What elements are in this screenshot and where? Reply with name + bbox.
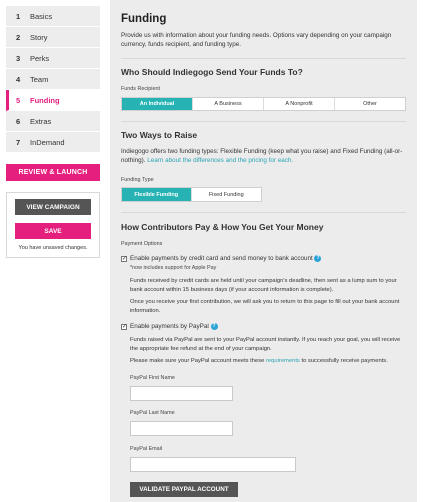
recipient-selector: An Individual A Business A Nonprofit Oth… (121, 97, 406, 111)
paypal-option: Enable payments by PayPal ? (130, 322, 218, 330)
credit-card-option: Enable payments by credit card and send … (130, 254, 322, 262)
recipient-heading: Who Should Indiegogo Send Your Funds To? (121, 67, 303, 77)
card-funds-text: Funds received by credit cards are held … (130, 278, 397, 293)
funding-type-selector: Flexible Funding Fixed Funding (121, 187, 262, 202)
divider (121, 212, 406, 213)
recipient-option-individual[interactable]: An Individual (122, 98, 193, 110)
info-icon[interactable]: ? (210, 322, 218, 330)
sidebar-item-indemand[interactable]: 7 InDemand (6, 132, 100, 153)
sidebar-item-perks[interactable]: 3 Perks (6, 48, 100, 69)
recipient-option-business[interactable]: A Business (193, 98, 264, 110)
payment-heading: How Contributors Pay & How You Get Your … (121, 222, 324, 232)
paypal-requirements-text: Please make sure your PayPal account mee… (130, 358, 388, 364)
sidebar-item-extras[interactable]: 6 Extras (6, 111, 100, 132)
validate-paypal-button[interactable]: VALIDATE PAYPAL ACCOUNT (130, 482, 238, 497)
bank-info-text: Once you receive your first contribution… (130, 299, 400, 314)
credit-card-checkbox[interactable]: ✓ (121, 256, 127, 262)
funding-panel: Funding Provide us with information abou… (110, 0, 417, 502)
intro-text: Provide us with information about your f… (121, 32, 392, 48)
raise-text: Indiegogo offers two funding types: Flex… (121, 148, 403, 164)
sidebar-item-basics[interactable]: 1 Basics (6, 6, 100, 27)
paypal-first-name-label: PayPal First Name (130, 375, 175, 381)
payment-options-label: Payment Options (121, 241, 163, 247)
sidebar-item-team[interactable]: 4 Team (6, 69, 100, 90)
funding-type-label: Funding Type (121, 177, 154, 183)
recipient-label: Funds Recipient (121, 86, 160, 92)
requirements-link[interactable]: requirements (266, 358, 300, 364)
save-panel: VIEW CAMPAIGN SAVE You have unsaved chan… (6, 192, 100, 258)
paypal-funds-text: Funds raised via PayPal are sent to your… (130, 337, 401, 352)
divider (121, 58, 406, 59)
sidebar-item-story[interactable]: 2 Story (6, 27, 100, 48)
funding-option-fixed[interactable]: Fixed Funding (192, 188, 262, 201)
paypal-checkbox[interactable]: ✓ (121, 324, 127, 330)
paypal-email-label: PayPal Email (130, 446, 163, 452)
view-campaign-button[interactable]: VIEW CAMPAIGN (15, 199, 91, 215)
funding-option-flexible[interactable]: Flexible Funding (122, 188, 192, 201)
save-button[interactable]: SAVE (15, 223, 91, 239)
paypal-last-name-input[interactable] (130, 421, 233, 436)
review-launch-button[interactable]: REVIEW & LAUNCH (6, 164, 100, 181)
paypal-email-input[interactable] (130, 457, 296, 472)
apple-pay-note: *now includes support for Apple Pay (130, 265, 217, 271)
pricing-link[interactable]: Learn about the differences and the pric… (147, 157, 293, 164)
raise-heading: Two Ways to Raise (121, 130, 198, 140)
divider (121, 121, 406, 122)
paypal-last-name-label: PayPal Last Name (130, 410, 175, 416)
paypal-first-name-input[interactable] (130, 386, 233, 401)
recipient-option-nonprofit[interactable]: A Nonprofit (264, 98, 335, 110)
unsaved-changes-text: You have unsaved changes. (18, 245, 88, 251)
step-nav: 1 Basics 2 Story 3 Perks 4 Team 5 Funding 6 Ex… (6, 6, 100, 153)
sidebar-item-funding[interactable]: 5 Funding (6, 90, 100, 111)
recipient-option-other[interactable]: Other (335, 98, 405, 110)
info-icon[interactable]: ? (314, 254, 322, 262)
page-title: Funding (121, 13, 167, 25)
